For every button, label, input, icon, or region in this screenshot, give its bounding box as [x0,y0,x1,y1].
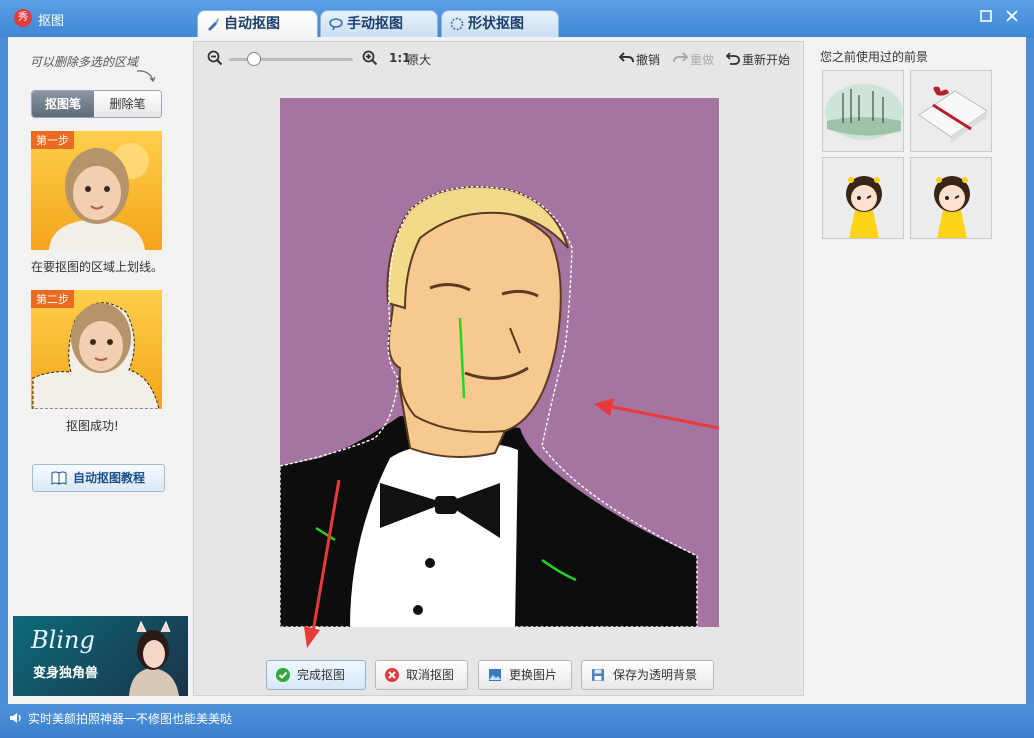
winter-trees-image [825,84,903,140]
tab-label: 自动抠图 [224,16,280,32]
tab-auto-cutout[interactable]: 自动抠图 [197,10,318,38]
gift-box-image [918,86,988,143]
ad-banner[interactable]: Bling 变身独角兽 [13,616,188,696]
step1-example-image: 第一步 [31,131,162,250]
cutout-pen-button[interactable]: 抠图笔 [32,91,94,117]
speaker-icon[interactable] [9,711,23,725]
tab-label: 形状抠图 [468,16,524,32]
eraser-pen-button[interactable]: 删除笔 [94,91,161,117]
replace-image-label: 更换图片 [509,668,558,682]
maximize-icon [980,10,992,22]
status-bar: 实时美颜拍照神器一不修图也能美美哒 [0,704,1034,738]
cartoon-girl-image [934,176,970,238]
undo-icon [619,52,634,63]
maximize-button[interactable] [977,9,995,27]
shape-icon [450,17,464,31]
recent-foregrounds-title: 您之前使用过的前景 [820,50,929,64]
save-icon [592,669,604,681]
undo-button[interactable]: 撤销 [636,51,660,68]
book-icon [51,471,67,485]
tutorial-label: 自动抠图教程 [73,471,146,485]
redo-icon [673,52,688,63]
zoom-out-icon[interactable] [207,50,223,66]
close-icon [1006,10,1018,22]
redo-button[interactable]: 重做 [690,51,714,68]
original-size-button[interactable]: 原大 [407,51,431,68]
status-promo-link[interactable]: 实时美颜拍照神器一不修图也能美美哒 [28,710,232,727]
cancel-cutout-label: 取消抠图 [406,668,455,682]
auto-cutout-tutorial-button[interactable]: 自动抠图教程 [32,464,165,492]
step2-example-image: 第二步 [31,290,162,409]
brush-mode-toggle: 抠图笔 删除笔 [31,90,162,118]
zoom-slider-handle[interactable] [246,52,261,66]
app-logo-icon: 秀 [14,9,32,27]
step2-caption: 抠图成功! [66,419,119,433]
annotation-arrows [304,398,720,648]
save-transparent-label: 保存为透明背景 [613,668,698,682]
finish-cutout-label: 完成抠图 [297,668,346,682]
cancel-icon [385,668,399,682]
restart-icon [726,52,740,65]
ad-title: Bling [31,626,95,654]
foreground-thumb-winter-trees[interactable] [822,70,904,152]
foreground-thumb-cartoon-girl-1[interactable] [822,157,904,239]
hint-arrow-icon [136,70,156,83]
cartoon-girl-image [846,176,882,238]
tab-label: 手动抠图 [347,16,403,32]
foreground-thumb-gift-box[interactable] [910,70,992,152]
ad-model-image [129,620,179,696]
check-icon [276,668,290,682]
tab-shape-cutout[interactable]: 形状抠图 [441,10,559,38]
lasso-icon [329,18,343,31]
step2-badge: 第二步 [31,290,74,308]
save-transparent-button[interactable]: 保存为透明背景 [581,660,714,690]
restart-button[interactable]: 重新开始 [742,51,790,68]
zoom-in-icon[interactable] [362,50,378,66]
replace-image-button[interactable]: 更换图片 [478,660,572,690]
finish-cutout-button[interactable]: 完成抠图 [266,660,366,690]
title-bar: 秀 抠图 自动抠图 手动抠图 形状抠图 [0,0,1034,38]
step1-badge: 第一步 [31,131,74,149]
tab-manual-cutout[interactable]: 手动抠图 [320,10,438,38]
ad-subtitle: 变身独角兽 [33,666,99,681]
close-button[interactable] [1003,9,1021,27]
foreground-thumb-cartoon-girl-2[interactable] [910,157,992,239]
image-icon [489,669,501,681]
step1-caption: 在要抠图的区域上划线。 [31,260,164,274]
cancel-cutout-button[interactable]: 取消抠图 [375,660,468,690]
brush-icon [208,18,219,31]
window-title: 抠图 [38,14,65,29]
eraser-hint: 可以删除多选的区域 [30,55,139,69]
